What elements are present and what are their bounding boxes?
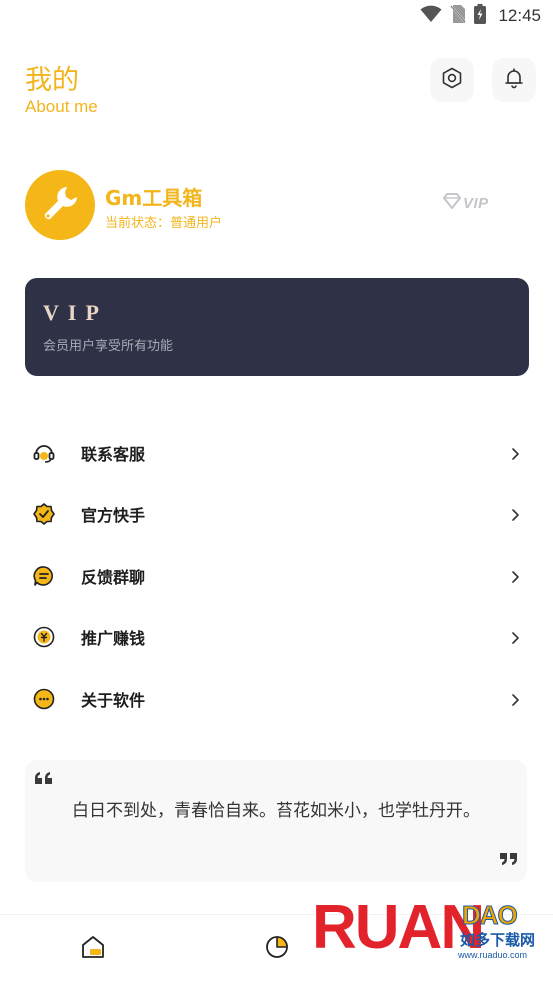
- menu-item-label: 推广赚钱: [81, 629, 146, 649]
- vip-card-title: VIP: [43, 300, 108, 325]
- home-icon: [80, 934, 106, 964]
- page-title: 我的: [25, 65, 79, 96]
- vip-badge-text: VIP: [463, 194, 489, 212]
- menu-item-official-kuaishou[interactable]: 官方快手: [25, 484, 529, 546]
- avatar: [25, 170, 95, 240]
- wifi-icon: [420, 5, 442, 27]
- quote-open-icon: [34, 770, 54, 789]
- user-status-value: 普通用户: [170, 216, 223, 231]
- chevron-right-icon: [509, 507, 521, 522]
- menu-item-customer-service[interactable]: 联系客服: [25, 422, 529, 484]
- menu-item-label: 联系客服: [81, 444, 146, 464]
- watermark-cn: 如多下载网: [460, 931, 536, 949]
- battery-charging-icon: [474, 4, 487, 28]
- menu-item-feedback-group[interactable]: 反馈群聊: [25, 545, 529, 607]
- badge-check-icon: [31, 501, 57, 527]
- vip-card[interactable]: VIP 会员用户享受所有功能: [25, 278, 529, 376]
- bell-icon: [503, 67, 525, 93]
- notification-button[interactable]: [492, 58, 536, 102]
- chevron-right-icon: [509, 692, 521, 706]
- about-smile-icon: [31, 686, 57, 712]
- chevron-right-icon: [509, 446, 521, 460]
- page-subtitle: About me: [25, 97, 98, 116]
- user-status: 当前状态：普通用户: [105, 212, 222, 231]
- menu-item-promote-earn[interactable]: 推广赚钱: [25, 607, 529, 669]
- vip-badge: VIP: [443, 192, 499, 214]
- nav-stats[interactable]: [263, 935, 291, 963]
- watermark-brand-small: DAO: [462, 900, 519, 931]
- menu-item-about[interactable]: 关于软件: [25, 668, 529, 730]
- menu-item-label: 官方快手: [81, 506, 146, 526]
- coin-yuan-icon: [31, 624, 57, 650]
- status-bar: 12:45: [0, 0, 553, 32]
- quote-close-icon: [498, 851, 518, 870]
- menu-list: 联系客服 官方快手 反馈群聊 推广赚钱 关于软件: [25, 422, 529, 730]
- menu-item-label: 反馈群聊: [81, 567, 146, 587]
- settings-icon: [441, 67, 463, 93]
- chevron-right-icon: [509, 569, 521, 583]
- diamond-icon: [443, 193, 461, 213]
- watermark-logo: RUAN DAO 如多下载网 www.ruaduo.com: [312, 888, 548, 970]
- menu-item-label: 关于软件: [81, 690, 146, 710]
- customer-service-icon: [31, 440, 57, 466]
- wrench-icon: [38, 181, 82, 229]
- app-name: Gm工具箱: [105, 186, 203, 210]
- chevron-right-icon: [509, 630, 521, 645]
- quote-card: 白日不到处，青春恰自来。苔花如米小，也学牡丹开。: [25, 760, 527, 882]
- status-time: 12:45: [498, 6, 541, 25]
- vip-card-description: 会员用户享受所有功能: [43, 339, 174, 354]
- settings-button[interactable]: [430, 58, 474, 102]
- user-status-label: 当前状态：: [105, 216, 171, 231]
- nav-home[interactable]: [79, 935, 107, 963]
- watermark-url: www.ruaduo.com: [458, 950, 528, 960]
- stats-icon: [264, 934, 290, 964]
- chat-group-icon: [31, 563, 57, 589]
- no-sim-icon: [450, 4, 467, 28]
- quote-text: 白日不到处，青春恰自来。苔花如米小，也学牡丹开。: [72, 801, 480, 821]
- profile-section[interactable]: Gm工具箱 当前状态：普通用户 VIP: [25, 170, 525, 242]
